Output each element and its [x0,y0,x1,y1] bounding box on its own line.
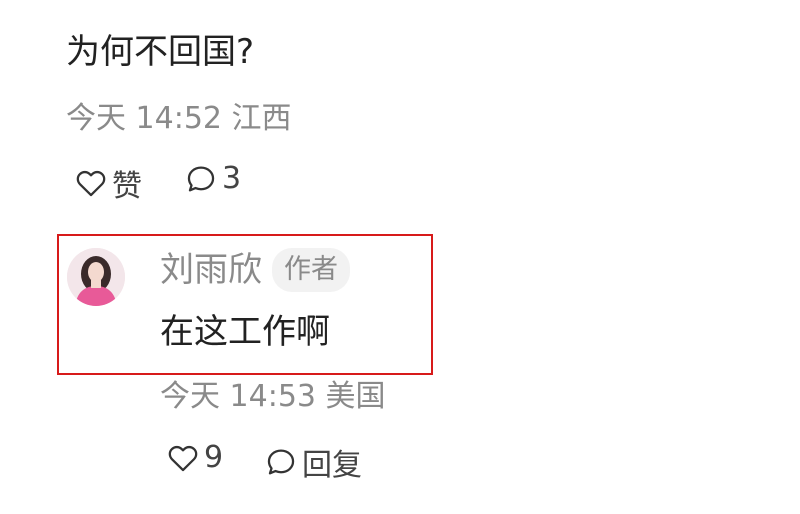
avatar[interactable] [67,248,125,306]
author-badge: 作者 [272,248,350,292]
speech-bubble-icon [264,445,298,479]
reply-label: 回复 [302,448,362,483]
like-button[interactable]: 赞 [74,161,142,205]
comment-meta: 今天 14:52 江西 [66,101,292,136]
comment-button[interactable]: 3 [184,161,241,196]
reply-like-button[interactable]: 9 [166,440,223,475]
heart-icon [166,441,200,475]
reply-button[interactable]: 回复 [264,440,362,484]
author-name[interactable]: 刘雨欣 [160,248,262,292]
comment-text: 为何不回国? [66,32,255,72]
reply-like-count: 9 [204,440,224,475]
reply-meta: 今天 14:53 美国 [160,379,386,414]
heart-icon [74,166,108,200]
reply-author: 刘雨欣 作者 [160,248,350,292]
like-label: 赞 [112,169,142,204]
comment-count: 3 [222,161,242,196]
speech-bubble-icon [184,162,218,196]
reply-text: 在这工作啊 [160,312,330,352]
